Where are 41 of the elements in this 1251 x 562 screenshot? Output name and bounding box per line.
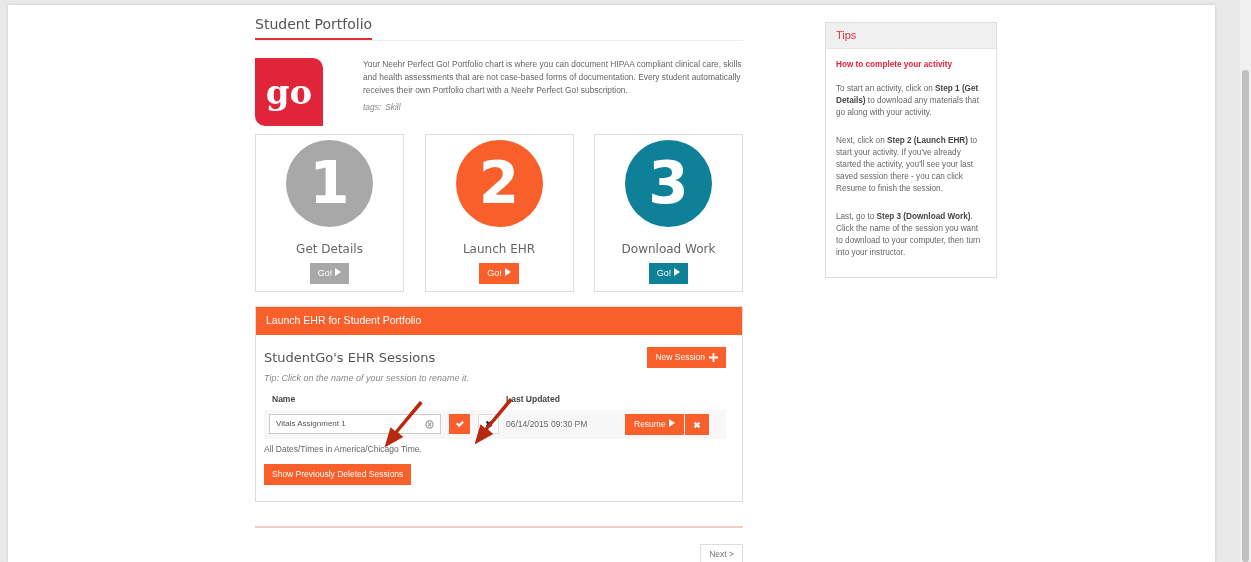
play-icon	[668, 419, 675, 427]
tag-link[interactable]: Skill	[385, 101, 401, 114]
show-deleted-button[interactable]: Show Previously Deleted Sessions	[264, 463, 412, 485]
step-number: 3	[625, 140, 712, 227]
delete-button[interactable]	[683, 414, 709, 435]
tip-text: Tip: Click on the name of your session to rename it.	[264, 371, 470, 385]
scrollbar[interactable]	[1240, 0, 1251, 562]
go-button[interactable]: Go!	[648, 263, 689, 284]
tags-label: tags:	[363, 101, 382, 114]
play-icon	[504, 268, 511, 276]
timezone-note: All Dates/Times in America/Chicago Time.	[264, 443, 423, 456]
logo: go	[255, 58, 323, 126]
panel-header: Launch EHR for Student Portfolio	[256, 307, 742, 335]
next-button[interactable]: Next >	[700, 543, 743, 562]
new-session-button[interactable]: New Session	[647, 346, 726, 368]
plus-icon	[709, 352, 718, 362]
go-button[interactable]: Go!	[309, 263, 350, 284]
tips-paragraph: Last, go to Step 3 (Download Work). Click the name of the session you want to download to your computer, then turn into your instructor.	[836, 210, 982, 259]
tips-paragraph: Next, click on Step 2 (Launch EHR) to start your activity. If you've already started the activity, you'll see your last saved session there - you can click Resume to finish the session.	[836, 134, 979, 195]
page-title: Student Portfolio	[255, 5, 373, 40]
go-button[interactable]: Go!	[479, 263, 519, 284]
clear-icon[interactable]	[425, 419, 434, 429]
session-name-field[interactable]: Vitals Assignment 1	[269, 414, 441, 434]
step-label: Download Work	[621, 241, 716, 258]
sessions-heading: StudentGo's EHR Sessions	[264, 348, 436, 367]
tips-heading: How to complete your activity	[836, 58, 953, 71]
column-header: Name	[271, 393, 297, 406]
play-icon	[335, 268, 342, 276]
check-icon	[455, 420, 464, 428]
description-text: Your Neehr Perfect Go! Portfolio chart is where you can document HIPAA compliant clinical care, skills and health assessments that are not case-based forms of documentation. Every student automatically receives their own Portfolio chart with a Neehr Perfect Go! subscription.	[363, 58, 743, 97]
last-updated-text: 06/14/2015 09:30 PM	[506, 418, 589, 431]
step-label: Get Details	[296, 241, 363, 258]
resume-button[interactable]: Resume	[625, 414, 684, 435]
step-label: Launch EHR	[462, 241, 536, 258]
tips-paragraph: To start an activity, click on Step 1 (Get Details) to download any materials that go along with your activity.	[836, 82, 980, 119]
step-number: 2	[455, 140, 543, 227]
tips-title: Tips	[826, 23, 996, 49]
step-number: 1	[286, 140, 373, 227]
confirm-button[interactable]	[449, 414, 470, 434]
close-icon	[692, 420, 701, 429]
play-icon	[674, 268, 681, 276]
